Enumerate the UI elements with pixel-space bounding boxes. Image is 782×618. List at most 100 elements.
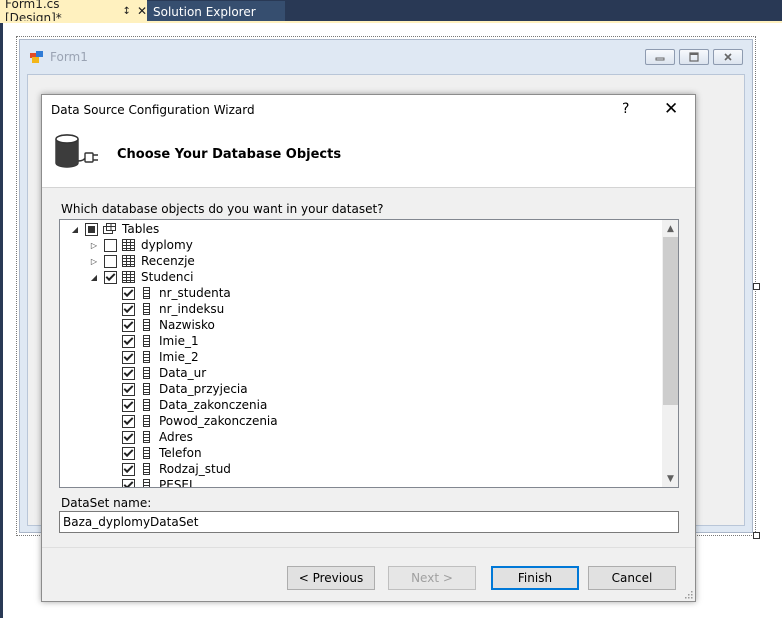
checkbox-column[interactable]: [122, 350, 135, 364]
tree-node-column[interactable]: Data_ur: [122, 365, 206, 381]
tables-folder-icon: [103, 223, 116, 234]
checkbox-column[interactable]: [122, 366, 135, 380]
checkbox-table[interactable]: [104, 238, 117, 252]
column-icon: [143, 319, 150, 331]
checkbox-column[interactable]: [122, 382, 135, 396]
form-icon: [30, 51, 43, 63]
data-source-wizard-dialog: Data Source Configuration Wizard ? ✕ Cho…: [41, 94, 696, 602]
tree-node-label: Rodzaj_stud: [159, 462, 231, 476]
tree-node-label: Nazwisko: [159, 318, 215, 332]
tree-node-column[interactable]: nr_indeksu: [122, 301, 224, 317]
tree-node-label: Powod_zakonczenia: [159, 414, 278, 428]
checkbox-table[interactable]: [104, 270, 117, 284]
tree-node-table[interactable]: ▷ Recenzje: [89, 253, 195, 269]
table-icon: [122, 255, 135, 267]
tree-node-column[interactable]: Data_zakonczenia: [122, 397, 267, 413]
table-icon: [122, 271, 135, 283]
column-icon: [143, 303, 150, 315]
help-button[interactable]: ?: [622, 101, 629, 117]
checkbox-column[interactable]: [122, 414, 135, 428]
wizard-titlebar: Data Source Configuration Wizard ? ✕: [42, 95, 695, 125]
wizard-header: Choose Your Database Objects: [42, 125, 695, 188]
checkbox-column[interactable]: [122, 430, 135, 444]
checkbox-column[interactable]: [122, 446, 135, 460]
column-icon: [143, 463, 150, 475]
tree-node-column[interactable]: Adres: [122, 429, 193, 445]
tree-node-label: dyplomy: [141, 238, 193, 252]
form1-caption: Form1: [50, 50, 88, 64]
checkbox-tables[interactable]: [85, 222, 98, 236]
tree-node-column[interactable]: nr_studenta: [122, 285, 231, 301]
tree-node-label: Adres: [159, 430, 193, 444]
database-plug-icon: [55, 134, 98, 168]
checkbox-column[interactable]: [122, 334, 135, 348]
tree-node-table[interactable]: ▷ dyplomy: [89, 237, 193, 253]
dataset-name-label: DataSet name:: [61, 496, 152, 510]
resize-grip-icon[interactable]: [683, 589, 693, 599]
objects-prompt: Which database objects do you want in yo…: [61, 202, 384, 216]
tree-node-column[interactable]: Imie_1: [122, 333, 199, 349]
column-icon: [143, 447, 150, 459]
checkbox-column[interactable]: [122, 462, 135, 476]
tree-node-label: Imie_2: [159, 350, 199, 364]
tree-node-column[interactable]: Imie_2: [122, 349, 199, 365]
tree-node-tables[interactable]: ◢ Tables: [70, 221, 159, 237]
tree-node-label: PESEL: [159, 478, 196, 487]
resize-handle-bottom-right[interactable]: [753, 532, 760, 539]
wizard-heading: Choose Your Database Objects: [117, 147, 342, 162]
tab-solution-explorer-label: Solution Explorer: [153, 4, 256, 19]
close-icon[interactable]: ✕: [137, 4, 147, 18]
wizard-title: Data Source Configuration Wizard: [51, 103, 255, 117]
tab-form1-design[interactable]: Form1.cs [Design]* ↕ ✕: [0, 0, 147, 25]
tree-node-column[interactable]: Rodzaj_stud: [122, 461, 231, 477]
checkbox-column[interactable]: [122, 318, 135, 332]
next-button[interactable]: Next >: [388, 566, 476, 590]
checkbox-column[interactable]: [122, 302, 135, 316]
column-icon: [143, 431, 150, 443]
tree-node-column[interactable]: Powod_zakonczenia: [122, 413, 278, 429]
checkbox-column[interactable]: [122, 286, 135, 300]
tree-node-label: Recenzje: [141, 254, 195, 268]
checkbox-table[interactable]: [104, 254, 117, 268]
tree-node-label: Telefon: [159, 446, 202, 460]
pin-icon[interactable]: ↕: [123, 6, 131, 17]
finish-button[interactable]: Finish: [491, 566, 579, 590]
tree-vertical-scrollbar[interactable]: ▲ ▼: [662, 220, 678, 487]
column-icon: [143, 351, 150, 363]
scroll-down-icon[interactable]: ▼: [662, 470, 678, 487]
tree-node-label: Data_przyjecia: [159, 382, 248, 396]
tab-solution-explorer[interactable]: Solution Explorer: [147, 1, 285, 22]
minimize-icon[interactable]: [645, 49, 675, 65]
tree-node-label: Imie_1: [159, 334, 199, 348]
tree-node-table[interactable]: ◢ Studenci: [89, 269, 194, 285]
dataset-name-input[interactable]: [59, 511, 679, 533]
tree-node-column[interactable]: Telefon: [122, 445, 202, 461]
tree-node-label: Data_zakonczenia: [159, 398, 268, 412]
cancel-button[interactable]: Cancel: [588, 566, 676, 590]
tree-node-column[interactable]: PESEL: [122, 477, 196, 487]
column-icon: [143, 479, 150, 487]
checkbox-column[interactable]: [122, 478, 135, 487]
expand-icon[interactable]: ▷: [89, 253, 99, 269]
tree-viewport: ◢ Tables ▷ dyplomy ▷ Recenzje ◢ Studenci…: [60, 220, 662, 487]
scroll-up-icon[interactable]: ▲: [662, 220, 678, 237]
database-objects-tree[interactable]: ◢ Tables ▷ dyplomy ▷ Recenzje ◢ Studenci…: [59, 219, 679, 488]
column-icon: [143, 367, 150, 379]
collapse-icon[interactable]: ◢: [89, 269, 99, 285]
collapse-icon[interactable]: ◢: [70, 221, 80, 237]
resize-handle-right[interactable]: [753, 283, 760, 290]
window-close-icon[interactable]: [713, 49, 743, 65]
column-icon: [143, 335, 150, 347]
dialog-close-button[interactable]: ✕: [664, 99, 678, 119]
checkbox-column[interactable]: [122, 398, 135, 412]
previous-button[interactable]: < Previous: [287, 566, 375, 590]
column-icon: [143, 415, 150, 427]
tree-node-label: nr_studenta: [159, 286, 231, 300]
tree-node-label: Data_ur: [159, 366, 207, 380]
column-icon: [143, 383, 150, 395]
tree-node-column[interactable]: Data_przyjecia: [122, 381, 248, 397]
maximize-icon[interactable]: [679, 49, 709, 65]
scrollbar-thumb[interactable]: [663, 237, 678, 405]
expand-icon[interactable]: ▷: [89, 237, 99, 253]
tree-node-column[interactable]: Nazwisko: [122, 317, 215, 333]
